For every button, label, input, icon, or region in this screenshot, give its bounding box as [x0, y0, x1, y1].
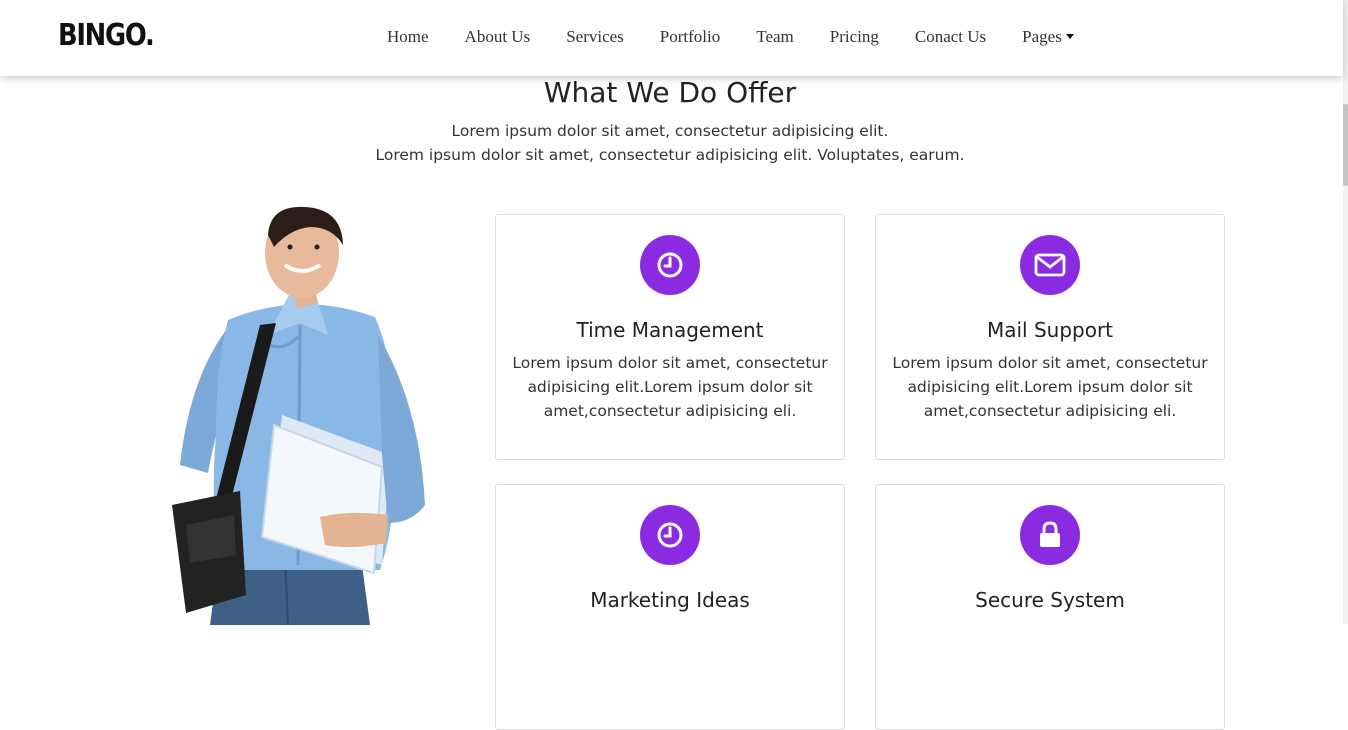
section-subtitle-line-1: Lorem ipsum dolor sit amet, consectetur …	[451, 122, 889, 140]
nav-item-pages-label: Pages	[1022, 27, 1062, 46]
brand-logo[interactable]: BINGO.	[58, 18, 155, 53]
nav-item-about-us[interactable]: About Us	[447, 27, 549, 47]
nav-item-team[interactable]: Team	[738, 27, 812, 47]
section-subtitle-line-2: Lorem ipsum dolor sit amet, consectetur …	[375, 146, 965, 164]
clock-icon-glyph	[657, 522, 683, 548]
nav-item-pricing[interactable]: Pricing	[812, 27, 897, 47]
student-illustration	[172, 206, 425, 625]
section-title: What We Do Offer	[543, 76, 797, 109]
card-title: Mail Support	[986, 318, 1114, 342]
envelope-icon	[1020, 235, 1080, 295]
nav-item-pages-dropdown[interactable]: Pages	[1004, 27, 1092, 47]
section-subtitle: Lorem ipsum dolor sit amet, consectetur …	[0, 119, 1340, 167]
service-card-time-management[interactable]: Time Management Lorem ipsum dolor sit am…	[495, 214, 845, 460]
caret-down-icon	[1065, 34, 1074, 39]
clock-icon-glyph	[657, 252, 683, 278]
service-card-mail-support[interactable]: Mail Support Lorem ipsum dolor sit amet,…	[875, 214, 1225, 460]
scrollbar-thumb[interactable]	[1343, 104, 1348, 186]
clock-icon	[640, 235, 700, 295]
nav-item-contact-us[interactable]: Conact Us	[897, 27, 1004, 47]
nav-item-portfolio[interactable]: Portfolio	[642, 27, 738, 47]
service-card-secure-system[interactable]: Secure System	[875, 484, 1225, 730]
service-card-marketing-ideas[interactable]: Marketing Ideas	[495, 484, 845, 730]
lock-icon	[1020, 505, 1080, 565]
navbar: BINGO. Home About Us Services Portfolio …	[0, 0, 1343, 76]
card-text: Lorem ipsum dolor sit amet, consectetur …	[512, 354, 828, 420]
nav-menu: Home About Us Services Portfolio Team Pr…	[369, 27, 1092, 47]
card-title: Secure System	[975, 588, 1125, 612]
nav-item-home[interactable]: Home	[369, 27, 447, 47]
card-text: Lorem ipsum dolor sit amet, consectetur …	[892, 354, 1208, 420]
envelope-icon-glyph	[1034, 253, 1066, 277]
card-title: Time Management	[576, 318, 764, 342]
clock-icon	[640, 505, 700, 565]
lock-icon-glyph	[1040, 521, 1060, 547]
card-title: Marketing Ideas	[590, 588, 750, 612]
nav-item-services[interactable]: Services	[548, 27, 642, 47]
page-scrollbar[interactable]	[1343, 0, 1348, 624]
